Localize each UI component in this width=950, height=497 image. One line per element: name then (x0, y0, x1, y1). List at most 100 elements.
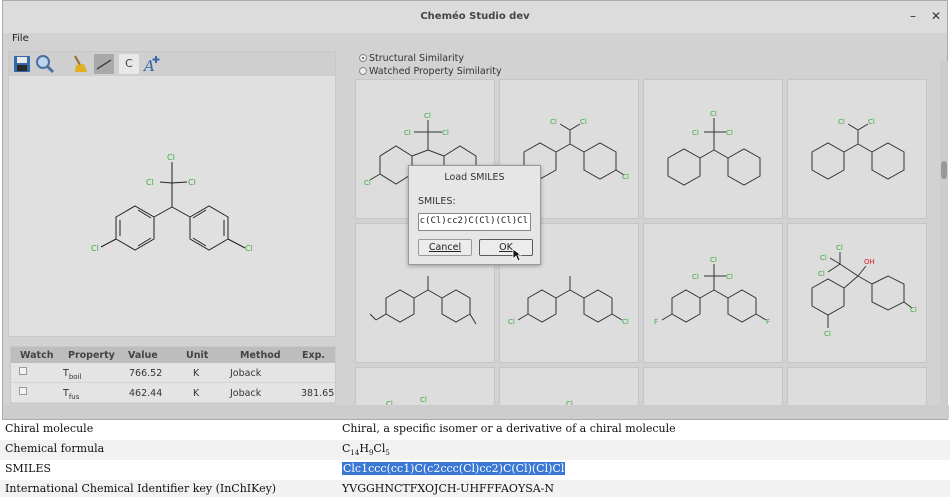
info-row: International Chemical Identifier key (I… (0, 480, 950, 497)
selected-text[interactable]: Clc1ccc(cc1)C(c2ccc(Cl)cc2)C(Cl)(Cl)Cl (342, 462, 566, 475)
svg-text:Cl: Cl (726, 273, 733, 281)
atom-label: Cl (245, 244, 253, 253)
svg-text:Cl: Cl (710, 256, 717, 264)
result-tile[interactable]: Cl Cl Cl (643, 79, 783, 219)
text-add-icon[interactable]: A (142, 54, 162, 75)
svg-text:Cl: Cl (508, 318, 515, 326)
cancel-label: Cancel (428, 242, 462, 253)
smiles-value[interactable]: Clc1ccc(cc1)C(c2ccc(Cl)cc2)C(Cl)(Cl)Cl (342, 462, 566, 475)
svg-text:Cl: Cl (424, 112, 431, 120)
cancel-button[interactable]: Cancel (418, 239, 472, 256)
editor-toolbar: C A (9, 52, 335, 76)
molecule-canvas[interactable]: Cl Cl Cl Cl Cl (9, 76, 335, 338)
minimize-button[interactable]: – (906, 9, 920, 23)
svg-text:Cl: Cl (820, 254, 827, 262)
svg-text:Cl: Cl (420, 396, 427, 404)
info-key: International Chemical Identifier key (I… (5, 482, 277, 495)
svg-text:OH: OH (864, 258, 875, 266)
molecule-drawing: Cl Cl Cl Cl Cl OH (811, 244, 917, 338)
chemical-formula: C14H9Cl5 (342, 442, 390, 458)
scrollbar-thumb[interactable] (941, 161, 947, 179)
smiles-label: SMILES: (418, 196, 456, 207)
property-unit: K (193, 388, 200, 399)
col-watch: Watch (20, 350, 54, 361)
svg-text:Cl: Cl (836, 244, 843, 252)
close-button[interactable]: ✕ (929, 9, 943, 23)
watch-checkbox[interactable] (19, 387, 27, 395)
property-method: Joback (230, 388, 262, 399)
molecule-drawing: Cl Cl Cl F F (654, 256, 770, 326)
atom-tool-button[interactable]: C (119, 54, 139, 74)
svg-text:Cl: Cl (364, 179, 371, 187)
ok-button[interactable]: OK (479, 239, 533, 256)
save-icon[interactable] (12, 54, 32, 74)
dialog-title: Load SMILES (444, 172, 505, 183)
property-method: Joback (230, 368, 262, 379)
menu-file[interactable]: File (12, 33, 29, 44)
atom-label: Cl (91, 244, 99, 253)
result-tile[interactable]: Cl Cl (355, 367, 495, 405)
svg-text:Cl: Cl (868, 118, 875, 126)
property-table-header: Watch Property Value Unit Method Exp. (11, 347, 335, 363)
col-value: Value (128, 350, 158, 361)
ok-label: OK (499, 242, 513, 253)
svg-text:Cl: Cl (692, 129, 699, 137)
molecule-drawing: Cl (566, 400, 573, 405)
svg-text:Cl: Cl (442, 129, 449, 137)
broom-icon[interactable] (69, 54, 89, 74)
property-table: Watch Property Value Unit Method Exp. Tb… (10, 346, 336, 404)
table-row[interactable]: Tboil 766.52 K Joback (11, 363, 335, 383)
info-key: SMILES (5, 462, 52, 475)
svg-text:Cl: Cl (550, 118, 557, 126)
bond-tool-icon[interactable] (94, 54, 114, 74)
result-tile[interactable]: Cl Cl Cl Cl Cl OH (787, 223, 927, 363)
svg-text:Cl: Cl (818, 270, 825, 278)
title-bar[interactable]: Cheméo Studio dev – ✕ (3, 1, 947, 33)
atom-label: Cl (146, 178, 154, 187)
info-value: Chiral, a specific isomer or a derivativ… (342, 422, 676, 435)
svg-text:Cl: Cl (622, 318, 629, 326)
result-tile[interactable]: Cl Cl Cl F F (643, 223, 783, 363)
info-key: Chemical formula (5, 442, 105, 455)
result-tile[interactable] (787, 367, 927, 405)
info-key: Chiral molecule (5, 422, 94, 435)
info-value: YVGGHNCTFXOJCH-UHFFFAOYSA-N (342, 482, 555, 495)
molecule-editor: C A Cl Cl Cl Cl Cl (8, 51, 336, 337)
property-value: 766.52 (129, 368, 163, 379)
svg-text:Cl: Cl (580, 118, 587, 126)
molecule-drawing: Cl Cl (386, 396, 427, 405)
watch-checkbox[interactable] (19, 367, 27, 375)
results-vertical-scrollbar[interactable] (940, 61, 948, 405)
svg-text:Cl: Cl (824, 330, 831, 338)
result-tile[interactable]: Cl (499, 367, 639, 405)
menu-bar: File (3, 33, 947, 47)
property-unit: K (193, 368, 200, 379)
info-row: Chemical formula C14H9Cl5 (0, 440, 950, 460)
atom-label: Cl (188, 178, 196, 187)
radio-watched-property-similarity[interactable]: Watched Property Similarity (359, 66, 502, 77)
svg-text:Cl: Cl (726, 129, 733, 137)
result-tile[interactable] (643, 367, 783, 405)
col-method: Method (240, 350, 281, 361)
molecule-drawing: Cl Cl (811, 118, 905, 180)
svg-text:Cl: Cl (404, 129, 411, 137)
svg-text:Cl: Cl (710, 110, 717, 118)
info-row: SMILES Clc1ccc(cc1)C(c2ccc(Cl)cc2)C(Cl)(… (0, 460, 950, 480)
property-subscript: boil (68, 372, 82, 381)
result-tile[interactable]: Cl Cl (787, 79, 927, 219)
svg-text:Cl: Cl (622, 173, 629, 181)
property-value: 462.44 (129, 388, 163, 399)
atom-label: Cl (167, 153, 175, 162)
svg-text:F: F (654, 318, 658, 326)
zoom-icon[interactable] (35, 54, 55, 74)
property-exp: 381.65 (301, 388, 335, 399)
radio-structural-similarity[interactable]: Structural Similarity (359, 53, 464, 64)
col-exp: Exp. (302, 350, 326, 361)
window-title: Cheméo Studio dev (420, 11, 530, 22)
table-row[interactable]: Tfus 462.44 K Joback 381.65 (11, 383, 335, 403)
smiles-input[interactable]: Clc1ccc(cc1)C(c2ccc(Cl)cc2)C(Cl)(Cl)Cl (418, 213, 531, 231)
svg-text:Cl: Cl (838, 118, 845, 126)
molecule-drawing: Cl Cl Cl Cl Cl (91, 153, 253, 253)
atom-tool-label: C (125, 57, 133, 70)
info-row: Chiral molecule Chiral, a specific isome… (0, 420, 950, 440)
